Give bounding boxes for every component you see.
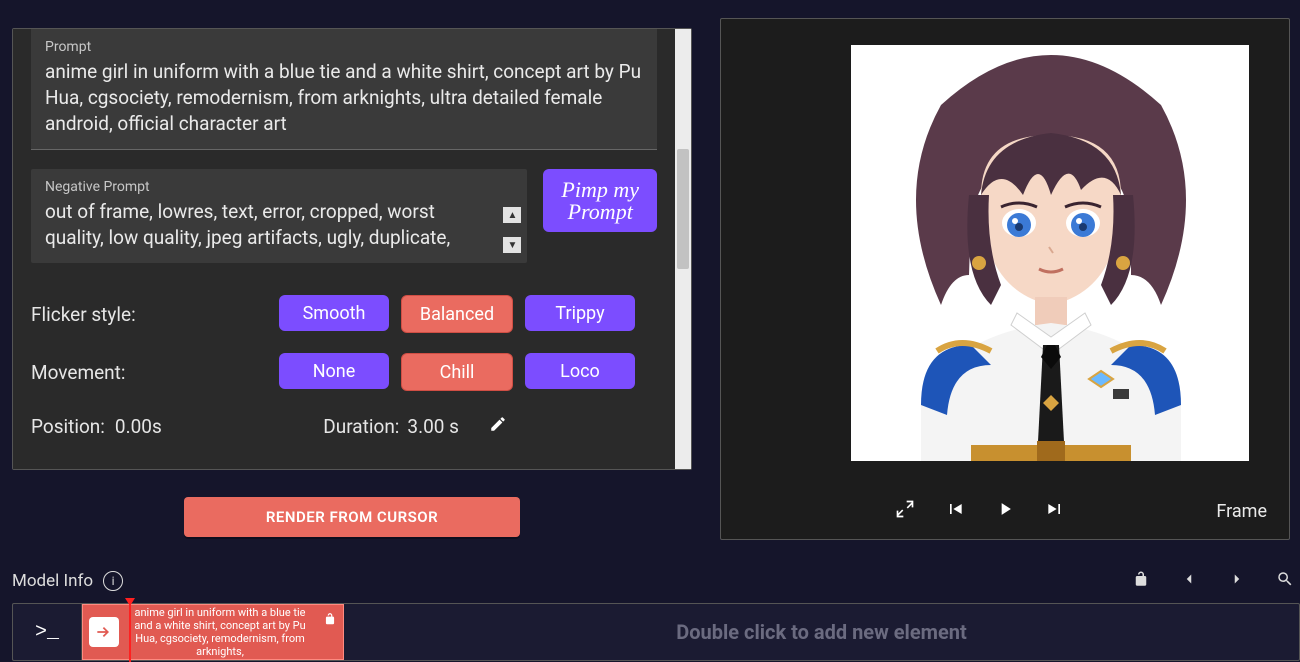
flicker-trippy-chip[interactable]: Trippy <box>525 295 635 331</box>
terminal-icon[interactable]: >_ <box>13 604 82 660</box>
prompt-label: Prompt <box>45 39 643 55</box>
neg-down-button[interactable]: ▼ <box>503 237 521 253</box>
preview-image <box>851 45 1249 461</box>
left-scrollbar[interactable] <box>675 29 691 469</box>
clip-lock-icon[interactable] <box>323 611 337 630</box>
movement-none-chip[interactable]: None <box>279 353 389 389</box>
prompt-text[interactable]: anime girl in uniform with a blue tie an… <box>45 59 643 137</box>
timeline[interactable]: >_ anime girl in uniform with a blue tie… <box>12 603 1300 661</box>
model-info-label[interactable]: Model Info <box>12 571 93 591</box>
clip-text: anime girl in uniform with a blue tie an… <box>125 606 315 658</box>
clip-arrow-icon <box>89 617 119 647</box>
movement-loco-chip[interactable]: Loco <box>525 353 635 389</box>
frame-label: Frame <box>1216 501 1267 522</box>
duration-label: Duration: <box>323 415 399 438</box>
flicker-balanced-chip[interactable]: Balanced <box>401 295 513 333</box>
render-label: RENDER FROM CURSOR <box>266 508 438 526</box>
nav-left-icon[interactable] <box>1180 570 1198 592</box>
duration-value: 3.00 s <box>407 415 459 438</box>
negative-prompt-field[interactable]: Negative Prompt out of frame, lowres, te… <box>31 169 527 263</box>
pimp-my-prompt-button[interactable]: Pimp my Prompt <box>543 169 657 232</box>
settings-panel: Prompt anime girl in uniform with a blue… <box>12 28 692 470</box>
pimp-label: Pimp my Prompt <box>543 179 657 223</box>
movement-label: Movement: <box>31 361 279 384</box>
position-value: 0.00s <box>115 415 162 438</box>
timeline-clip[interactable]: anime girl in uniform with a blue tie an… <box>82 604 344 660</box>
movement-chill-chip[interactable]: Chill <box>401 353 513 391</box>
prompt-field[interactable]: Prompt anime girl in uniform with a blue… <box>31 29 657 150</box>
edit-duration-icon[interactable] <box>489 415 507 438</box>
negative-prompt-label: Negative Prompt <box>45 179 493 195</box>
neg-up-button[interactable]: ▲ <box>503 207 521 223</box>
timeline-hint[interactable]: Double click to add new element <box>344 604 1299 660</box>
preview-panel: Frame <box>720 18 1290 540</box>
flicker-smooth-chip[interactable]: Smooth <box>279 295 389 331</box>
unlock-icon[interactable] <box>1132 570 1150 592</box>
playhead[interactable] <box>129 602 131 662</box>
zoom-icon[interactable] <box>1276 570 1294 592</box>
render-from-cursor-button[interactable]: RENDER FROM CURSOR <box>184 497 520 537</box>
skip-start-icon[interactable] <box>945 499 965 523</box>
play-icon[interactable] <box>995 499 1015 523</box>
nav-right-icon[interactable] <box>1228 570 1246 592</box>
scrollbar-thumb[interactable] <box>677 149 689 269</box>
info-icon[interactable]: i <box>103 571 123 591</box>
flicker-style-label: Flicker style: <box>31 303 279 326</box>
skip-end-icon[interactable] <box>1045 499 1065 523</box>
negative-prompt-text[interactable]: out of frame, lowres, text, error, cropp… <box>45 199 493 251</box>
position-label: Position: <box>31 415 105 438</box>
expand-icon[interactable] <box>895 499 915 523</box>
